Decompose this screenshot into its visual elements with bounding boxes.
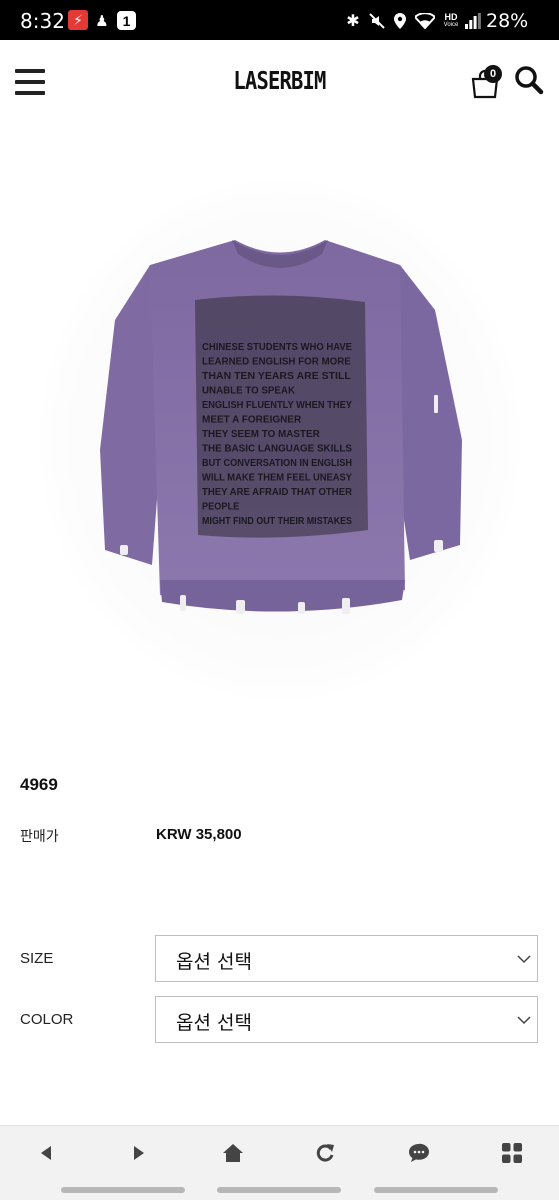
site-header: LASERBIM 0 xyxy=(0,40,559,120)
menu-icon[interactable] xyxy=(15,69,45,95)
sweater-print-line: THEY SEEM TO MASTER xyxy=(202,428,320,440)
sweater-print-line: MIGHT FIND OUT THEIR MISTAKES xyxy=(202,515,352,527)
location-icon xyxy=(393,12,407,30)
sweater-print-line: THE BASIC LANGUAGE SKILLS xyxy=(202,443,352,455)
sweater-print-line: WILL MAKE THEM FEEL UNEASY xyxy=(202,472,352,484)
sweater-print-line: CHINESE STUDENTS WHO HAVE xyxy=(202,341,352,353)
size-select-value: 옵션 선택 xyxy=(176,951,252,973)
size-label: SIZE xyxy=(20,950,54,967)
site-logo[interactable]: LASERBIM xyxy=(50,66,508,95)
signal-icon xyxy=(464,12,482,30)
figure-app-icon: ♟ xyxy=(95,13,109,30)
battery-level: 28% xyxy=(486,10,529,32)
sweater-print-line: LEARNED ENGLISH FOR MORE xyxy=(202,356,351,368)
sweater-print-line: ENGLISH FLUENTLY WHEN THEY xyxy=(202,399,352,411)
home-icon[interactable] xyxy=(218,1140,248,1166)
sweater-print-line: BUT CONVERSATION IN ENGLISH xyxy=(202,457,352,469)
mute-icon xyxy=(368,12,386,30)
back-icon[interactable] xyxy=(31,1140,61,1166)
flash-app-icon: ⚡ xyxy=(68,10,88,30)
search-icon[interactable] xyxy=(514,65,544,95)
price-value: KRW 35,800 xyxy=(156,826,242,843)
price-label: 판매가 xyxy=(20,829,59,845)
gesture-bar xyxy=(374,1187,498,1193)
cart-count-badge: 0 xyxy=(484,65,502,83)
status-bar: 8:32 ⚡ ♟ 1 ✱ HD Voice 28% xyxy=(0,0,559,40)
color-select-value: 옵션 선택 xyxy=(176,1012,252,1034)
color-label: COLOR xyxy=(20,1011,74,1028)
refresh-icon[interactable] xyxy=(310,1140,340,1166)
chevron-down-icon xyxy=(517,1016,531,1025)
app-badge-icon: 1 xyxy=(117,11,136,30)
chevron-down-icon xyxy=(517,955,531,964)
size-select[interactable]: 옵션 선택 xyxy=(155,935,538,982)
forward-icon[interactable] xyxy=(124,1140,154,1166)
gesture-bar xyxy=(217,1187,341,1193)
cart-button[interactable]: 0 xyxy=(470,65,504,99)
sweater-print-line: PEOPLE xyxy=(202,501,239,513)
product-name: 4969 xyxy=(20,775,58,794)
bluetooth-icon: ✱ xyxy=(346,13,360,30)
gesture-bar xyxy=(61,1187,185,1193)
sweater-print-line: THAN TEN YEARS ARE STILL xyxy=(202,370,351,382)
network-type: HD Voice xyxy=(443,12,459,29)
sweater-print-line: UNABLE TO SPEAK xyxy=(202,385,295,397)
sweater-print-line: THEY ARE AFRAID THAT OTHER xyxy=(202,486,352,498)
color-select[interactable]: 옵션 선택 xyxy=(155,996,538,1043)
wifi-icon xyxy=(414,12,436,30)
sweater-print-line: MEET A FOREIGNER xyxy=(202,414,302,426)
status-time: 8:32 xyxy=(20,9,65,33)
product-image[interactable]: CHINESE STUDENTS WHO HAVE LEARNED ENGLISH… xyxy=(30,170,530,710)
apps-icon[interactable] xyxy=(497,1140,527,1166)
chat-icon[interactable] xyxy=(404,1140,434,1166)
